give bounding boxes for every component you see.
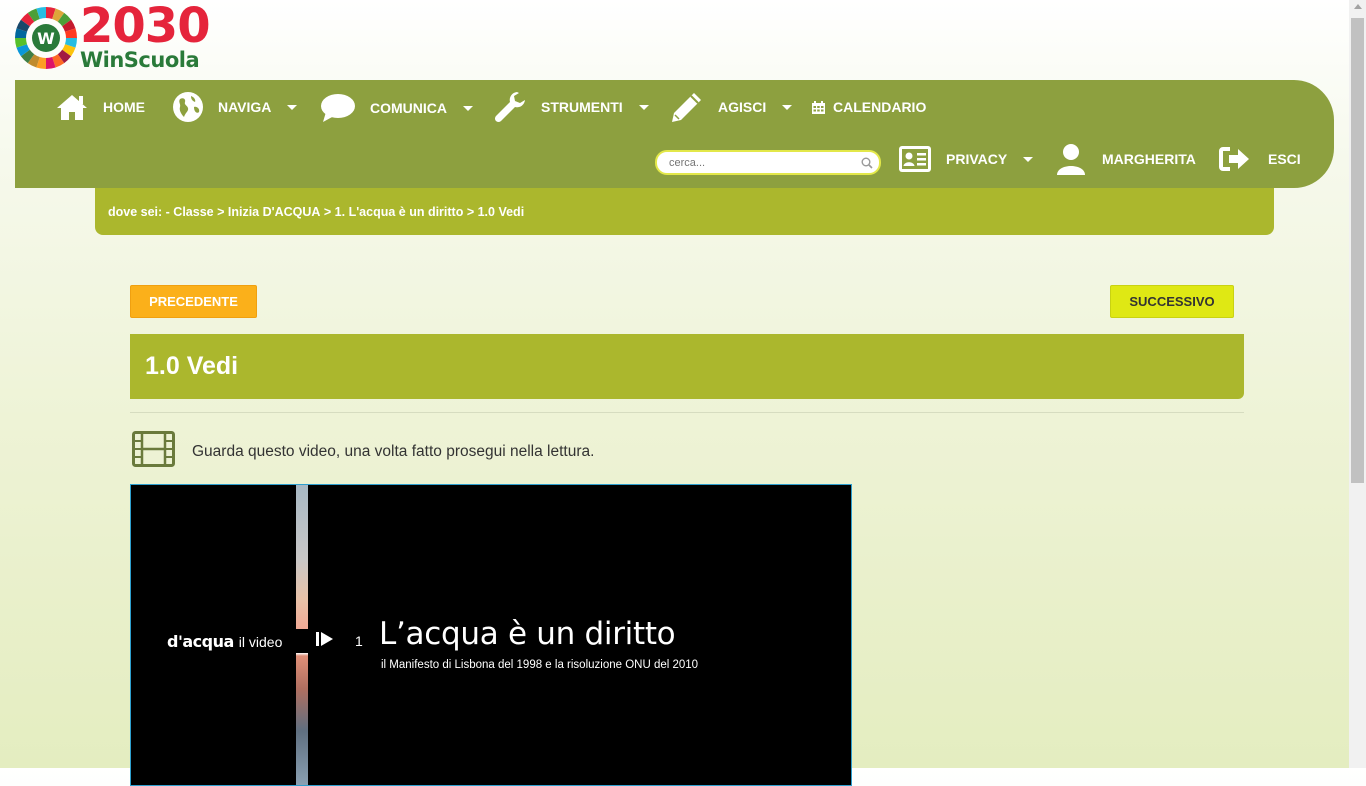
breadcrumb-link-acqua-diritto[interactable]: 1. L'acqua è un diritto [335, 205, 464, 219]
video-player[interactable]: d'acqua il video 1 L’acqua è un diritto i… [130, 484, 852, 786]
nav-naviga[interactable]: NAVIGA [172, 91, 298, 123]
main-navbar: HOME NAVIGA COMUNICA STRUMENTI AGISCI CA [15, 80, 1334, 188]
nav-privacy[interactable]: PRIVACY [898, 145, 1034, 173]
home-icon [55, 93, 89, 121]
breadcrumb-separator: > [463, 204, 478, 219]
nav-strumenti[interactable]: STRUMENTI [493, 90, 649, 124]
nav-home[interactable]: HOME [55, 93, 145, 121]
nav-home-label: HOME [103, 99, 145, 115]
nav-strumenti-label: STRUMENTI [541, 99, 623, 115]
strumenti-dropdown-caret-icon [638, 104, 649, 110]
speech-bubble-icon [320, 92, 356, 124]
globe-icon [172, 91, 204, 123]
wrench-icon [493, 90, 527, 124]
video-subtitle: il Manifesto di Lisbona del 1998 e la ri… [381, 659, 699, 671]
calendar-icon [812, 100, 825, 114]
breadcrumb-link-inizia-dacqua[interactable]: Inizia D'ACQUA [228, 205, 321, 219]
nav-calendario-label: CALENDARIO [833, 99, 927, 115]
video-brand-suffix: il video [238, 634, 283, 650]
logo-name: WinScuola [80, 48, 200, 72]
nav-logout-label: ESCI [1268, 151, 1301, 167]
sdg-wheel-icon: W [14, 6, 78, 70]
instruction-row: Guarda questo video, una volta fatto pro… [132, 431, 594, 472]
page-scrollbar[interactable] [1349, 0, 1366, 768]
page-title: 1.0 Vedi [145, 352, 239, 380]
id-card-icon [898, 145, 932, 173]
video-brand-name: d'acqua [167, 632, 234, 651]
video-chapter-number: 1 [355, 633, 363, 649]
sign-out-icon [1218, 145, 1250, 173]
nav-naviga-label: NAVIGA [218, 99, 272, 115]
breadcrumb-current: 1.0 Vedi [477, 204, 525, 219]
breadcrumb-separator: > [213, 204, 228, 219]
breadcrumb: dove sei: - Classe > Inizia D'ACQUA > 1.… [95, 188, 1274, 235]
search-input[interactable] [669, 156, 859, 169]
page-header: 1.0 Vedi [130, 334, 1244, 399]
nav-user-profile[interactable]: MARGHERITA [1057, 143, 1196, 175]
nav-privacy-label: PRIVACY [946, 151, 1008, 167]
search-icon[interactable] [861, 156, 873, 174]
privacy-dropdown-caret-icon [1023, 156, 1034, 162]
instruction-text: Guarda questo video, una volta fatto pro… [192, 442, 595, 460]
agisci-dropdown-caret-icon [782, 104, 793, 110]
film-icon [132, 431, 175, 472]
video-brand: d'acqua il video [167, 632, 282, 651]
nav-calendario[interactable]: CALENDARIO [812, 99, 926, 115]
pencil-icon [670, 91, 704, 123]
previous-button[interactable]: PRECEDENTE [130, 285, 257, 318]
nav-agisci-label: AGISCI [718, 99, 767, 115]
search-box [655, 150, 881, 175]
user-icon [1057, 143, 1085, 175]
scroll-up-arrow-icon[interactable] [1354, 4, 1362, 9]
nav-agisci[interactable]: AGISCI [670, 91, 793, 123]
breadcrumb-prefix: dove sei: - [108, 204, 174, 219]
nav-comunica-label: COMUNICA [370, 100, 447, 116]
logo-wheel-letter: W [37, 29, 55, 48]
scroll-thumb[interactable] [1351, 18, 1364, 483]
comunica-dropdown-caret-icon [463, 105, 473, 111]
nav-logout[interactable]: ESCI [1218, 145, 1301, 173]
nav-user-label: MARGHERITA [1102, 151, 1196, 167]
play-icon[interactable] [316, 631, 334, 652]
site-logo[interactable]: W 2030 WinScuola [14, 0, 214, 72]
breadcrumb-link-classe[interactable]: Classe [173, 205, 213, 219]
divider [130, 412, 1244, 413]
breadcrumb-separator: > [320, 204, 335, 219]
next-button[interactable]: SUCCESSIVO [1110, 285, 1234, 318]
logo-year: 2030 [80, 0, 211, 54]
naviga-dropdown-caret-icon [287, 104, 298, 110]
video-title: L’acqua è un diritto [379, 616, 676, 652]
nav-comunica[interactable]: COMUNICA [320, 92, 473, 124]
